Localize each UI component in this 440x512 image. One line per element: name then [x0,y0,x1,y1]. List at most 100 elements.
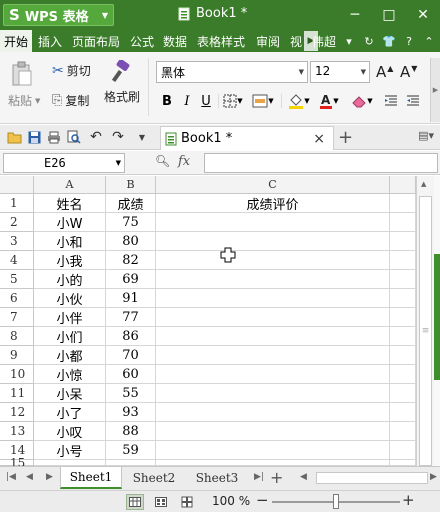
cell[interactable]: 60 [106,365,156,384]
zoom-in-button[interactable]: + [402,491,415,509]
format-painter-button[interactable]: 格式刷 [104,60,140,105]
grow-font-button[interactable]: A ▲ [376,63,393,81]
cell[interactable] [156,270,390,289]
menu-insert[interactable]: 插入 [38,33,62,50]
close-window-button[interactable]: ✕ [406,0,440,30]
cell[interactable]: 小都 [34,346,106,365]
collapse-ribbon-icon[interactable]: ⌃ [422,34,436,48]
row-header[interactable]: 3 [0,232,34,251]
cell[interactable] [390,289,416,308]
save-icon[interactable] [26,129,42,145]
row-header[interactable]: 1 [0,194,34,213]
cell[interactable] [390,365,416,384]
column-header-extra[interactable] [390,176,416,194]
cell[interactable] [156,289,390,308]
restore-button[interactable]: □ [372,0,406,30]
zoom-level[interactable]: 100 % [212,494,250,508]
name-box[interactable]: E26 ▼ [3,153,125,173]
cell[interactable] [390,327,416,346]
cell[interactable] [156,232,390,251]
cell[interactable]: 小W [34,213,106,232]
refresh-icon[interactable]: ↻ [362,34,376,48]
cell[interactable]: 88 [106,422,156,441]
cell[interactable] [390,194,416,213]
cell[interactable]: 小伙 [34,289,106,308]
redo-icon[interactable]: ↷ [110,129,126,145]
sidebar-handle[interactable] [434,254,440,380]
close-tab-icon[interactable]: × [313,131,325,147]
cell[interactable]: 小的 [34,270,106,289]
row-header[interactable]: 10 [0,365,34,384]
row-header[interactable]: 5 [0,270,34,289]
menu-home[interactable]: 开始 [0,30,33,52]
row-header[interactable]: 4 [0,251,34,270]
cell[interactable]: 小伴 [34,308,106,327]
menu-table-style[interactable]: 表格样式 [197,33,245,50]
italic-button[interactable]: I [180,92,194,110]
new-tab-button[interactable]: + [338,127,353,148]
cell[interactable] [390,270,416,289]
menu-formulas[interactable]: 公式 [130,33,154,50]
cell[interactable] [390,403,416,422]
shirt-icon[interactable]: 👕 [382,34,396,48]
row-header[interactable]: 6 [0,289,34,308]
cell[interactable]: 小呆 [34,384,106,403]
cell[interactable] [390,232,416,251]
cell[interactable]: 86 [106,327,156,346]
zoom-out-button[interactable]: − [256,491,269,509]
horizontal-scrollbar[interactable] [316,472,428,484]
cell[interactable] [156,327,390,346]
menu-view[interactable]: 视 [290,33,302,50]
font-color-button[interactable]: A ▼ [316,92,342,110]
cell[interactable] [390,251,416,270]
row-header[interactable]: 11 [0,384,34,403]
menu-review[interactable]: 审阅 [256,33,280,50]
normal-view-icon[interactable] [126,494,144,510]
cell[interactable] [390,213,416,232]
cell[interactable] [156,403,390,422]
borders-button[interactable]: ▼ [222,92,244,110]
undo-icon[interactable]: ↶ [88,129,104,145]
scroll-right-icon[interactable]: ▶ [430,472,437,482]
sheet-tab-1[interactable]: Sheet1 [60,467,122,489]
cell[interactable] [156,251,390,270]
user-name[interactable]: 伟超 [312,33,336,50]
cell[interactable] [390,384,416,403]
menu-data[interactable]: 数据 [163,33,187,50]
cell[interactable]: 小叹 [34,422,106,441]
menu-page-layout[interactable]: 页面布局 [72,33,120,50]
minimize-button[interactable]: ─ [338,0,372,30]
cell[interactable]: 成绩评价 [156,194,390,213]
add-sheet-button[interactable]: + [270,468,283,487]
underline-button[interactable]: U [199,92,213,110]
page-break-view-icon[interactable] [152,494,170,510]
row-header[interactable]: 12 [0,403,34,422]
cell[interactable]: 小我 [34,251,106,270]
cell[interactable]: 59 [106,441,156,460]
scroll-up-icon[interactable]: ▲ [421,180,426,188]
font-name-select[interactable]: 黑体 ▼ [156,61,308,83]
cell[interactable] [390,308,416,327]
zoom-search-icon[interactable]: 🔍︎ [155,154,170,168]
shrink-font-button[interactable]: A ▼ [400,63,417,81]
row-header[interactable]: 7 [0,308,34,327]
print-icon[interactable] [46,129,62,145]
cut-button[interactable]: ✂ 剪切 [52,62,91,79]
cell[interactable] [156,308,390,327]
open-folder-icon[interactable] [6,129,22,145]
cell[interactable]: 小们 [34,327,106,346]
sheet-tab-2[interactable]: Sheet2 [124,467,184,489]
zoom-slider-thumb[interactable] [333,494,339,509]
cell[interactable]: 75 [106,213,156,232]
cell[interactable]: 成绩 [106,194,156,213]
cell[interactable]: 姓名 [34,194,106,213]
scroll-left-icon[interactable]: ◀ [300,472,307,482]
cell[interactable] [390,441,416,460]
cell[interactable]: 93 [106,403,156,422]
cell[interactable] [156,213,390,232]
indent-increase-button[interactable] [404,92,422,110]
cell[interactable]: 69 [106,270,156,289]
column-header-b[interactable]: B [106,176,156,194]
cell[interactable]: 77 [106,308,156,327]
fill-color-button[interactable]: ▼ [286,92,312,110]
